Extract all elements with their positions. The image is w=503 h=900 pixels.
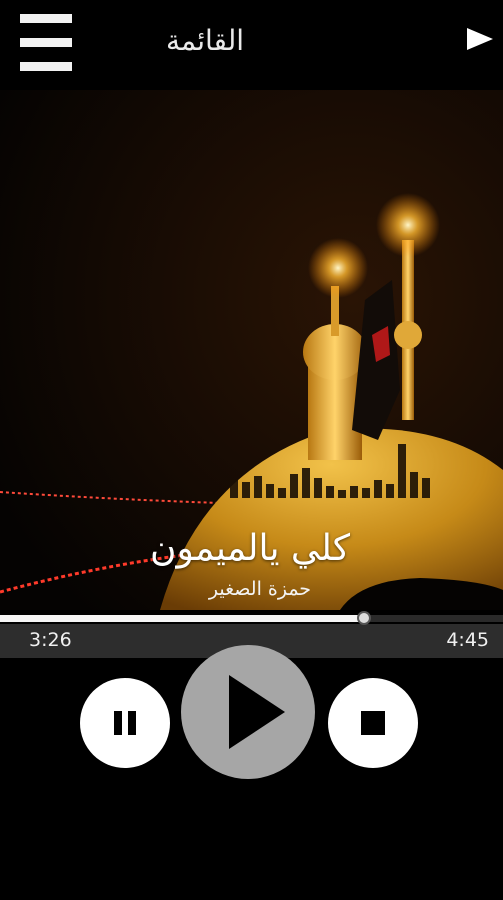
total-time: 4:45 [446, 629, 489, 651]
player-controls [0, 645, 503, 900]
hamburger-menu-icon [20, 14, 72, 23]
current-time: 3:26 [29, 629, 72, 651]
pause-icon [114, 711, 122, 735]
seek-progress-fill [0, 615, 364, 622]
top-bar: القائمة [0, 0, 503, 90]
pause-button[interactable] [80, 678, 170, 768]
artist-name: حمزة الصغير [208, 578, 312, 600]
hamburger-menu-icon-bar [20, 62, 72, 71]
play-button[interactable] [181, 645, 315, 779]
play-arrow-icon[interactable] [465, 22, 495, 56]
song-title: كلي يالميمون [150, 528, 350, 569]
page-title: القائمة [166, 24, 244, 57]
play-icon [229, 675, 285, 749]
stop-button[interactable] [328, 678, 418, 768]
hamburger-menu-icon-bar [20, 38, 72, 47]
seek-thumb[interactable] [357, 611, 371, 625]
stop-icon [361, 711, 385, 735]
menu-button[interactable] [20, 14, 72, 72]
pause-icon-bar [128, 711, 136, 735]
seek-bar[interactable] [0, 610, 503, 625]
